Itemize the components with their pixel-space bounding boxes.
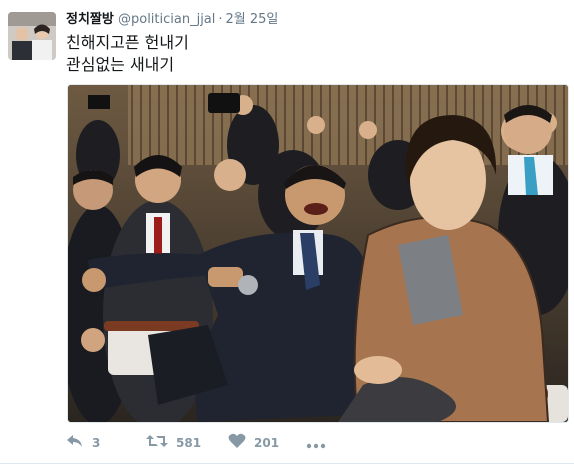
heart-icon <box>228 433 246 453</box>
like-count: 201 <box>254 436 280 450</box>
retweet-count: 581 <box>176 436 202 450</box>
reply-icon <box>66 433 84 453</box>
like-button[interactable]: 201 <box>228 432 279 454</box>
tweet-actions: 3 581 201 <box>66 432 486 454</box>
tweet-text-line: 관심없는 새내기 <box>66 55 175 74</box>
retweet-button[interactable]: 581 <box>146 432 201 454</box>
tweet-card: 정치짤방 @politician_jjal · 2월 25일 친해지고픈 헌내기 관… <box>0 0 574 465</box>
tweet-date[interactable]: 2월 25일 <box>226 12 279 27</box>
tweet-text-line: 친해지고픈 헌내기 <box>66 33 189 52</box>
more-icon <box>306 434 326 453</box>
more-button[interactable] <box>306 432 326 454</box>
retweet-icon <box>146 433 168 453</box>
tweet-text: 친해지고픈 헌내기 관심없는 새내기 <box>66 32 189 76</box>
tweet-photo[interactable] <box>67 84 569 423</box>
author-handle[interactable]: @politician_jjal <box>118 12 215 27</box>
reply-button[interactable]: 3 <box>66 432 100 454</box>
author-name[interactable]: 정치짤방 <box>66 12 114 27</box>
reply-count: 3 <box>92 436 101 450</box>
divider <box>0 463 574 464</box>
tweet-header: 정치짤방 @politician_jjal · 2월 25일 <box>66 12 278 28</box>
avatar[interactable] <box>8 12 56 60</box>
separator-dot: · <box>218 12 223 27</box>
